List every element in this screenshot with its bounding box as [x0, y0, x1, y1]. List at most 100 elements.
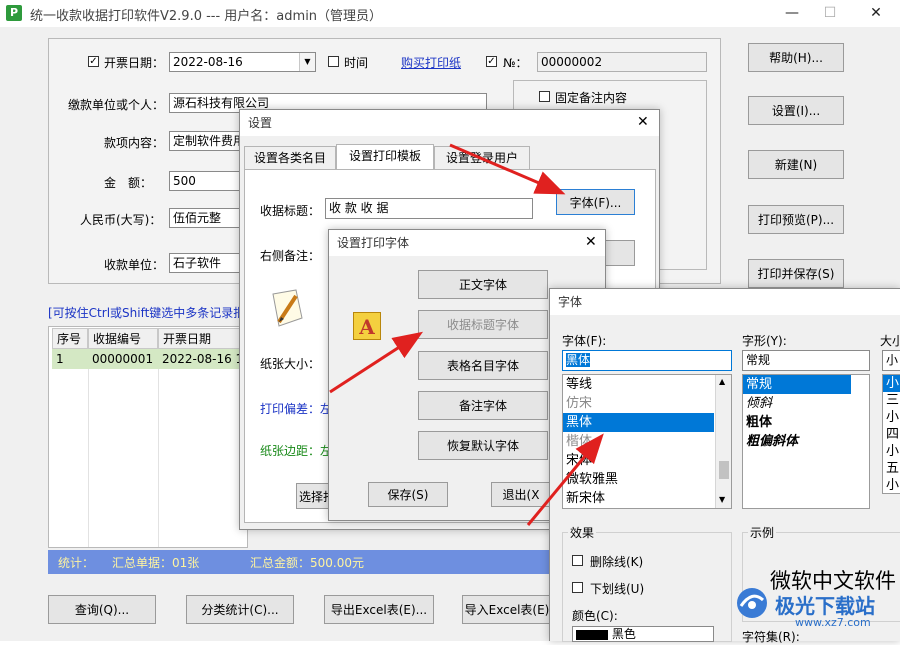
receiver-field[interactable]: 石子软件: [169, 253, 249, 273]
font-size-list[interactable]: 小 三 小 四 小 五 小: [882, 374, 900, 494]
cell-date: 2022-08-16 1: [162, 352, 244, 366]
amount-field[interactable]: 500: [169, 171, 249, 191]
import-excel-button[interactable]: 导入Excel表(E): [462, 595, 552, 624]
list-item[interactable]: 仿宋: [563, 394, 731, 413]
font-list-scrollbar[interactable]: ▲ ▼: [715, 375, 731, 508]
restore-default-font-button[interactable]: 恢复默认字体: [418, 431, 548, 460]
list-item[interactable]: 新宋体: [563, 489, 731, 508]
settings-button[interactable]: 设置(I)...: [748, 96, 844, 125]
list-item[interactable]: 楷体: [563, 432, 731, 451]
amount-label: 金 额：: [104, 176, 153, 190]
window-title: 统一收款收据打印软件V2.9.0 --- 用户名：admin（管理员）: [30, 9, 383, 24]
export-excel-button[interactable]: 导出Excel表(E)...: [324, 595, 434, 624]
stats-count: 汇总单据：01张: [112, 556, 200, 570]
rmb-field[interactable]: 伍佰元整: [169, 208, 249, 228]
query-button[interactable]: 查询(Q)...: [48, 595, 156, 624]
list-item[interactable]: 倾斜: [743, 394, 869, 413]
close-button[interactable]: ✕: [858, 0, 894, 27]
font-button[interactable]: 字体(F)...: [556, 189, 635, 215]
minimize-button[interactable]: —: [774, 0, 810, 27]
font-family-list[interactable]: 等线 仿宋 黑体 楷体 宋体 微软雅黑 新宋体 ▲ ▼: [562, 374, 732, 509]
new-button[interactable]: 新建(N): [748, 150, 844, 179]
print-offset-label: 打印偏差：左: [260, 402, 333, 416]
list-item[interactable]: 常规: [743, 375, 851, 394]
list-item[interactable]: 微软雅黑: [563, 470, 731, 489]
list-item[interactable]: 五: [883, 460, 900, 477]
chevron-down-icon[interactable]: ▼: [299, 53, 315, 71]
cell-index: 1: [56, 352, 64, 366]
paper-margin-label: 纸张边距：左: [260, 444, 333, 458]
list-item[interactable]: 宋体: [563, 451, 731, 470]
receipt-title-font-button[interactable]: 收据标题字体: [418, 310, 548, 339]
scroll-down-icon[interactable]: ▼: [719, 495, 725, 504]
print-font-close-icon[interactable]: ✕: [585, 234, 597, 250]
tab-print-template[interactable]: 设置打印模板: [336, 144, 434, 170]
list-item[interactable]: 小: [883, 477, 900, 493]
date-select[interactable]: 2022-08-16 ▼: [169, 52, 316, 72]
effects-label: 效果: [568, 524, 597, 541]
time-checkbox[interactable]: [328, 56, 339, 67]
list-item[interactable]: 三: [883, 392, 900, 409]
table-row[interactable]: 1 00000001 2022-08-16 1: [52, 349, 248, 369]
color-select[interactable]: 黑色: [572, 626, 714, 642]
list-item[interactable]: 黑体: [563, 413, 714, 432]
list-item[interactable]: 四: [883, 426, 900, 443]
save-button[interactable]: 保存(S): [368, 482, 448, 507]
list-item[interactable]: 小: [883, 409, 900, 426]
sample-label: 示例: [748, 524, 777, 541]
grid-line: [158, 369, 159, 547]
watermark-url: www.xz7.com: [795, 616, 871, 629]
list-item[interactable]: 等线: [563, 375, 731, 394]
content-label: 款项内容：: [104, 136, 165, 150]
body-font-button[interactable]: 正文字体: [418, 270, 548, 299]
content-field[interactable]: 定制软件费用: [169, 131, 249, 151]
font-dialog-title: 字体: [550, 289, 900, 315]
table-header-font-button[interactable]: 表格名目字体: [418, 351, 548, 380]
category-stats-button[interactable]: 分类统计(C)...: [186, 595, 294, 624]
font-family-value: 黑体: [566, 353, 591, 367]
font-family-input[interactable]: 黑体: [562, 350, 732, 371]
list-item[interactable]: 粗偏斜体: [743, 432, 869, 451]
settings-close-icon[interactable]: ✕: [637, 114, 649, 130]
settings-dialog-title: 设置: [240, 110, 659, 136]
col-header-index[interactable]: 序号: [52, 328, 88, 349]
cell-number: 00000001: [92, 352, 154, 366]
strikethrough-label: 删除线(K): [590, 555, 644, 569]
col-header-date[interactable]: 开票日期: [158, 328, 248, 349]
time-label: 时间: [344, 56, 369, 70]
date-checkbox[interactable]: ✓: [88, 56, 99, 67]
no-label: №：: [503, 56, 528, 70]
print-preview-button[interactable]: 打印预览(P)...: [748, 205, 844, 234]
scroll-thumb[interactable]: [719, 461, 729, 479]
no-field[interactable]: 00000002: [537, 52, 707, 72]
receiver-label: 收款单位：: [104, 258, 165, 272]
maximize-button[interactable]: ☐: [812, 0, 848, 27]
color-label: 颜色(C):: [572, 609, 618, 623]
charset-label: 字符集(R):: [742, 630, 800, 644]
font-size-input[interactable]: 小: [882, 350, 900, 371]
list-item[interactable]: 粗体: [743, 413, 869, 432]
scroll-up-icon[interactable]: ▲: [719, 377, 725, 386]
tab-categories[interactable]: 设置各类名目: [244, 146, 336, 169]
font-style-label: 字形(Y):: [742, 334, 787, 348]
fixed-note-checkbox[interactable]: [539, 91, 550, 102]
print-save-button[interactable]: 打印并保存(S): [748, 259, 844, 288]
grid-line: [88, 369, 89, 547]
font-a-icon: A: [353, 312, 381, 340]
exit-button[interactable]: 退出(X: [491, 482, 551, 507]
fixed-note-label: 固定备注内容: [555, 91, 628, 105]
print-title-field[interactable]: 收 款 收 据: [325, 198, 533, 219]
strikethrough-checkbox[interactable]: [572, 555, 583, 566]
multi-select-hint: [可按住Ctrl或Shift键选中多条记录批: [48, 306, 246, 320]
font-style-list[interactable]: 常规 倾斜 粗体 粗偏斜体: [742, 374, 870, 509]
col-header-number[interactable]: 收据编号: [88, 328, 158, 349]
list-item[interactable]: 小: [883, 375, 900, 392]
buy-paper-link[interactable]: 购买打印纸: [401, 54, 461, 71]
no-checkbox[interactable]: ✓: [486, 56, 497, 67]
help-button[interactable]: 帮助(H)...: [748, 43, 844, 72]
tab-login-users[interactable]: 设置登录用户: [434, 146, 530, 169]
font-style-input[interactable]: 常规: [742, 350, 870, 371]
list-item[interactable]: 小: [883, 443, 900, 460]
underline-checkbox[interactable]: [572, 582, 583, 593]
note-font-button[interactable]: 备注字体: [418, 391, 548, 420]
